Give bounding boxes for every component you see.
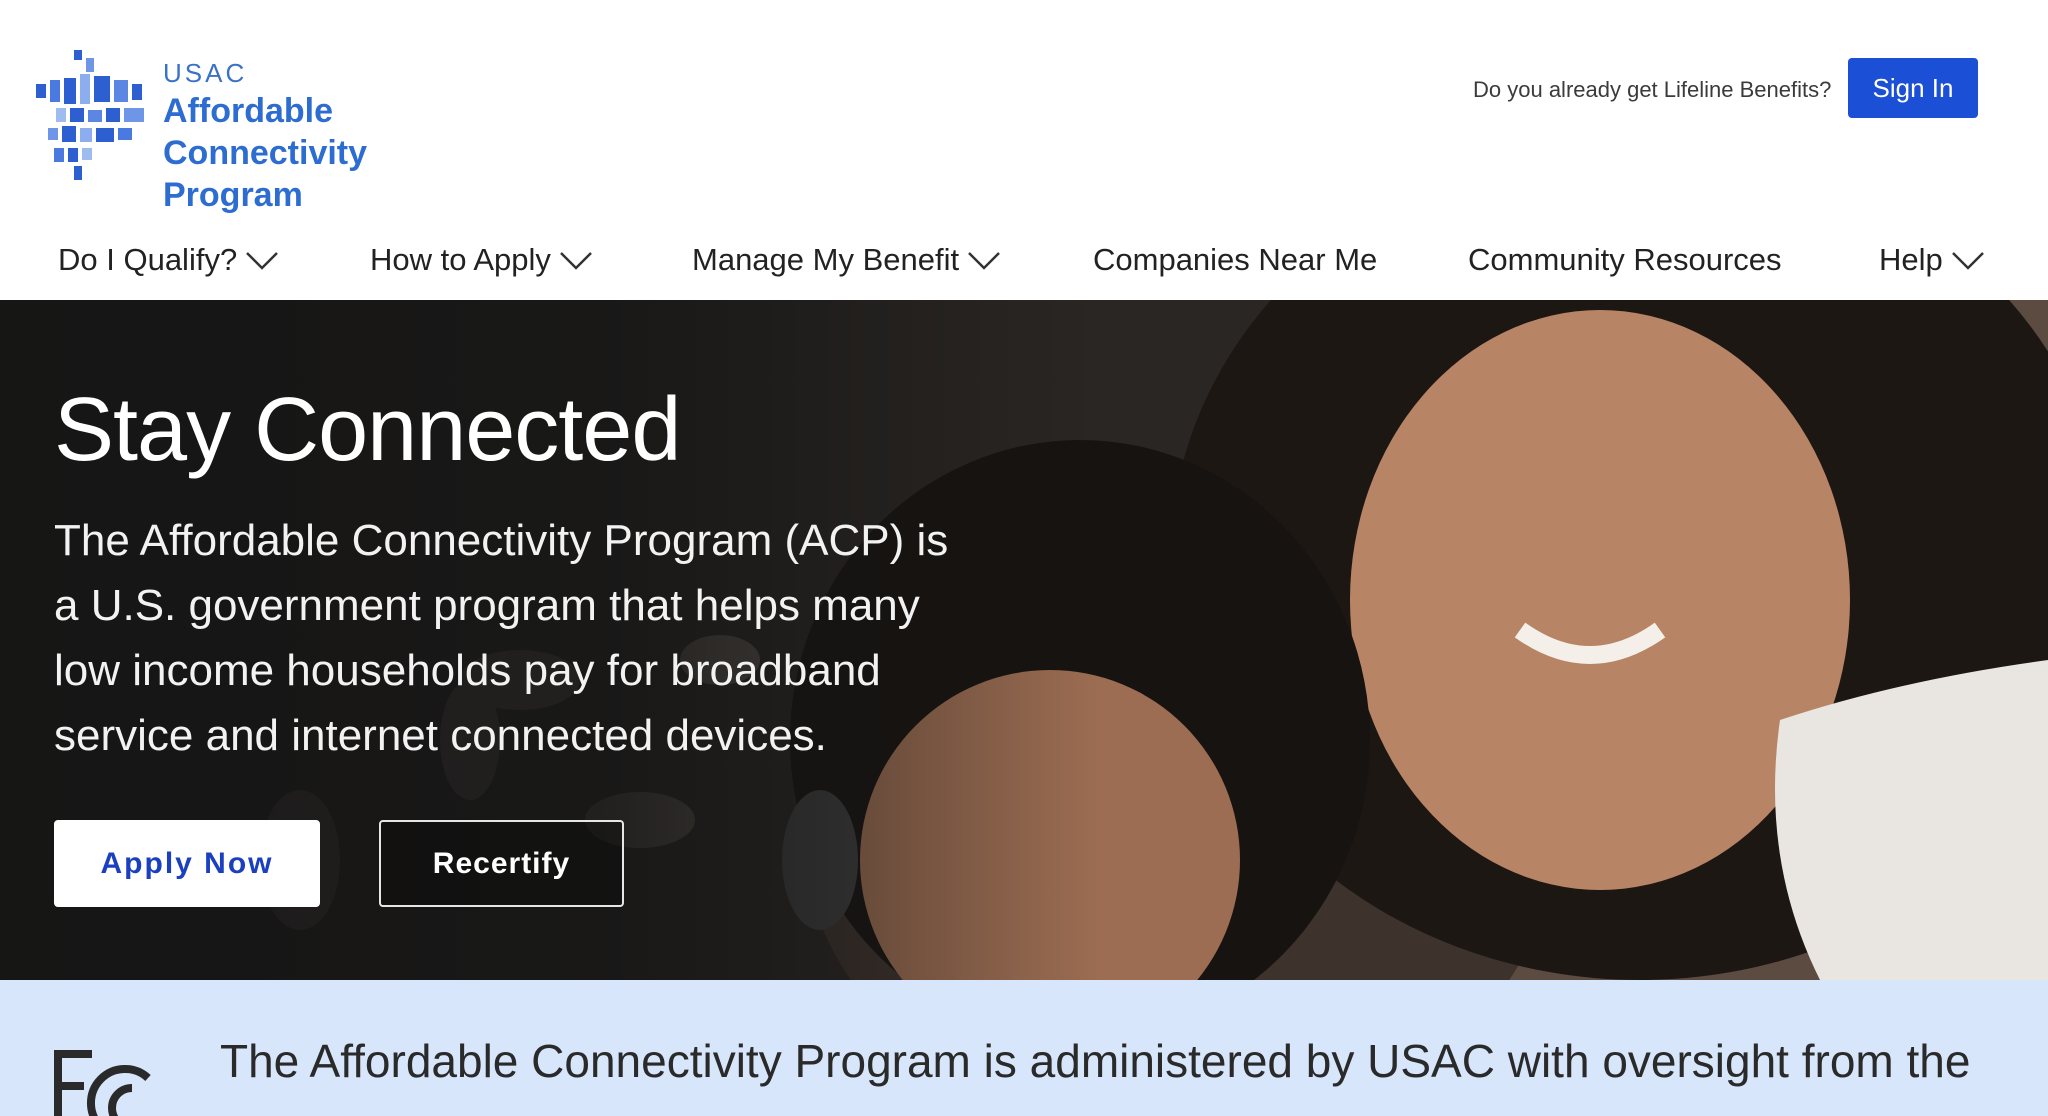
hero-title: Stay Connected — [54, 380, 681, 480]
nav-item-label: Companies Near Me — [1093, 242, 1378, 277]
logo-text: USAC Affordable Connectivity Program — [163, 56, 516, 216]
logo-line-2: Connectivity Program — [163, 134, 368, 214]
main-nav: Do I Qualify? How to Apply Manage My Ben… — [0, 226, 2048, 300]
fcc-logo-icon — [54, 1050, 151, 1116]
nav-item-label: Community Resources — [1468, 242, 1782, 277]
logo-org: USAC — [163, 58, 248, 88]
site-header: USAC Affordable Connectivity Program Do … — [0, 0, 2048, 214]
fcc-info-band: The Affordable Connectivity Program is a… — [0, 980, 2048, 1116]
nav-item-manage-my-benefit[interactable]: Manage My Benefit — [692, 238, 1001, 282]
recertify-button[interactable]: Recertify — [379, 820, 624, 907]
nav-item-label: Do I Qualify? — [58, 242, 238, 277]
nav-item-do-i-qualify[interactable]: Do I Qualify? — [58, 238, 279, 282]
chevron-down-icon — [560, 252, 592, 270]
usac-logo-mark-icon — [36, 50, 144, 180]
chevron-down-icon — [246, 252, 279, 270]
nav-item-label: Help — [1879, 242, 1943, 277]
acp-logo[interactable]: USAC Affordable Connectivity Program — [36, 50, 516, 214]
nav-item-how-to-apply[interactable]: How to Apply — [370, 238, 593, 282]
chevron-down-icon — [968, 252, 1000, 270]
nav-item-companies-near-me[interactable]: Companies Near Me — [1093, 238, 1377, 282]
apply-now-button[interactable]: Apply Now — [54, 820, 320, 907]
lifeline-question: Do you already get Lifeline Benefits? — [1473, 77, 1832, 102]
nav-item-label: How to Apply — [370, 242, 551, 277]
band-text: The Affordable Connectivity Program is a… — [220, 1035, 1971, 1087]
hero-description: The Affordable Connectivity Program (ACP… — [54, 516, 949, 760]
sign-in-button[interactable]: Sign In — [1848, 58, 1978, 118]
hero-banner: Stay Connected The Affordable Connectivi… — [0, 300, 2048, 980]
chevron-down-icon — [1951, 252, 1984, 270]
nav-item-help[interactable]: Help — [1879, 238, 1985, 282]
logo-line-1: Affordable — [163, 92, 333, 130]
nav-item-community-resources[interactable]: Community Resources — [1468, 238, 1782, 282]
nav-item-label: Manage My Benefit — [692, 242, 960, 277]
